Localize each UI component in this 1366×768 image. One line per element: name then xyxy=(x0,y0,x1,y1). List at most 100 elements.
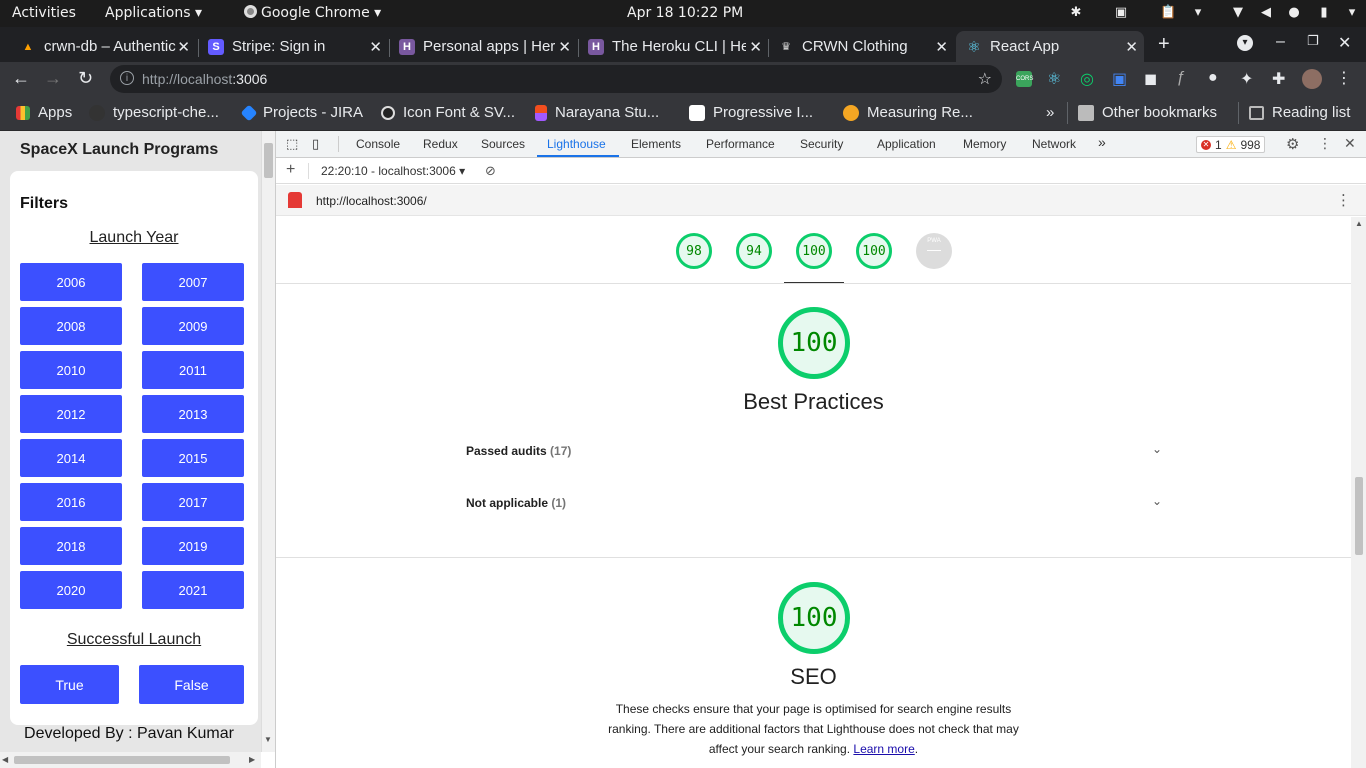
chrome-menu-icon[interactable]: ⋮ xyxy=(1336,68,1352,88)
bookmark-medium[interactable]: Progressive I... xyxy=(689,104,813,121)
score-gauge-seo[interactable]: 100 xyxy=(856,233,892,269)
year-button-2009[interactable]: 2009 xyxy=(142,307,244,345)
inspect-element-icon[interactable]: ⬚ xyxy=(286,136,298,152)
not-applicable-row[interactable]: Not applicable (1) ⌄ xyxy=(466,494,1162,510)
close-window-icon[interactable]: ✕ xyxy=(1338,33,1351,53)
year-button-2019[interactable]: 2019 xyxy=(142,527,244,565)
github-extension-icon[interactable]: ● xyxy=(1208,69,1218,87)
close-icon[interactable]: ✕ xyxy=(558,38,571,56)
year-button-2021[interactable]: 2021 xyxy=(142,571,244,609)
scrollbar-thumb[interactable] xyxy=(14,756,230,764)
close-icon[interactable]: ✕ xyxy=(369,38,382,56)
bookmark-figma[interactable]: Narayana Stu... xyxy=(535,104,659,121)
scroll-left-icon[interactable]: ◀ xyxy=(2,755,8,764)
tab-elements[interactable]: Elements xyxy=(631,137,681,151)
slack-icon[interactable]: ✱ xyxy=(1068,5,1084,21)
screencast-extension-icon[interactable]: ▣ xyxy=(1112,69,1127,89)
tab-heroku-apps[interactable]: H Personal apps | Her ✕ xyxy=(391,31,577,62)
tab-security[interactable]: Security xyxy=(800,137,843,151)
new-report-icon[interactable]: + xyxy=(286,161,295,179)
report-url[interactable]: http://localhost:3006/ xyxy=(316,194,427,208)
microphone-icon[interactable]: ● xyxy=(1286,5,1302,21)
year-button-2018[interactable]: 2018 xyxy=(20,527,122,565)
battery-icon[interactable]: ▮ xyxy=(1316,5,1332,21)
year-button-2010[interactable]: 2010 xyxy=(20,351,122,389)
more-bookmarks-chevron-icon[interactable]: » xyxy=(1046,104,1054,121)
tab-memory[interactable]: Memory xyxy=(963,137,1006,151)
tab-console[interactable]: Console xyxy=(356,137,400,151)
score-gauge-performance[interactable]: 98 xyxy=(676,233,712,269)
tab-stripe[interactable]: S Stripe: Sign in ✕ xyxy=(200,31,388,62)
year-button-2006[interactable]: 2006 xyxy=(20,263,122,301)
minimize-icon[interactable]: – xyxy=(1276,33,1285,51)
scrollbar-thumb[interactable] xyxy=(264,143,273,178)
close-icon[interactable]: ✕ xyxy=(1125,38,1138,56)
report-selector[interactable]: 22:20:10 - localhost:3006 ▾ xyxy=(321,164,465,178)
profile-avatar[interactable] xyxy=(1302,69,1322,89)
year-button-2017[interactable]: 2017 xyxy=(142,483,244,521)
lighthouse-extension-icon[interactable]: ◎ xyxy=(1080,69,1094,89)
more-tabs-chevron-icon[interactable]: » xyxy=(1098,134,1106,150)
power-menu-icon[interactable]: ▾ xyxy=(1344,5,1360,21)
cors-extension-icon[interactable]: CORS xyxy=(1016,71,1033,87)
bookmark-icon-font[interactable]: Icon Font & SV... xyxy=(381,104,515,121)
year-button-2011[interactable]: 2011 xyxy=(142,351,244,389)
year-button-2016[interactable]: 2016 xyxy=(20,483,122,521)
gnome-extension-icon[interactable]: ✦ xyxy=(1240,69,1253,89)
bookmark-star-icon[interactable]: ☆ xyxy=(978,69,992,89)
close-icon[interactable]: ✕ xyxy=(749,38,762,56)
year-button-2013[interactable]: 2013 xyxy=(142,395,244,433)
report-menu-icon[interactable]: ⋮ xyxy=(1336,191,1351,209)
device-toolbar-icon[interactable]: ▯ xyxy=(312,136,319,152)
screenshot-icon[interactable]: ▣ xyxy=(1113,5,1129,21)
close-devtools-icon[interactable]: ✕ xyxy=(1344,135,1356,152)
chevron-down-icon[interactable]: ⌄ xyxy=(1152,442,1162,456)
bookmark-measuring[interactable]: Measuring Re... xyxy=(843,104,973,121)
year-button-2020[interactable]: 2020 xyxy=(20,571,122,609)
devtools-menu-icon[interactable]: ⋮ xyxy=(1318,135,1332,152)
tab-crwn-db[interactable]: ▲ crwn-db – Authentic ✕ xyxy=(12,31,196,62)
info-icon[interactable]: i xyxy=(120,71,134,85)
settings-gear-icon[interactable]: ⚙ xyxy=(1286,135,1299,153)
score-gauge-pwa[interactable]: PWA — xyxy=(916,233,952,269)
applications-menu[interactable]: Applications ▾ xyxy=(105,5,202,21)
reading-list[interactable]: Reading list xyxy=(1249,104,1350,121)
clipboard-icon[interactable]: 📋 xyxy=(1160,5,1176,21)
scroll-right-icon[interactable]: ▶ xyxy=(249,755,255,764)
page-horizontal-scrollbar[interactable]: ◀ ▶ xyxy=(0,752,261,768)
tab-application[interactable]: Application xyxy=(877,137,936,151)
chevron-down-icon[interactable]: ⌄ xyxy=(1152,494,1162,508)
year-button-2007[interactable]: 2007 xyxy=(142,263,244,301)
tab-sources[interactable]: Sources xyxy=(481,137,525,151)
tab-heroku-cli[interactable]: H The Heroku CLI | He ✕ xyxy=(580,31,768,62)
scroll-up-icon[interactable]: ▲ xyxy=(1355,219,1363,228)
chrome-app-menu[interactable]: Google Chrome ▾ xyxy=(244,5,381,21)
tab-react-app[interactable]: ⚛ React App ✕ xyxy=(956,31,1144,62)
close-icon[interactable]: ✕ xyxy=(935,38,948,56)
clear-reports-icon[interactable]: ⊘ xyxy=(485,163,496,179)
issues-counter[interactable]: ✕ 1 ⚠ 998 xyxy=(1196,136,1266,153)
report-scrollbar[interactable]: ▲ xyxy=(1351,217,1366,768)
tab-lighthouse[interactable]: Lighthouse xyxy=(547,137,606,151)
launch-true-button[interactable]: True xyxy=(20,665,119,704)
tab-search-icon[interactable]: ▾ xyxy=(1237,35,1253,51)
extensions-puzzle-icon[interactable]: ✚ xyxy=(1272,69,1285,89)
new-tab-icon[interactable]: + xyxy=(1158,33,1170,56)
tab-network[interactable]: Network xyxy=(1032,137,1076,151)
volume-icon[interactable]: ◀ xyxy=(1258,5,1274,21)
wifi-icon[interactable]: ▼ xyxy=(1230,5,1246,21)
year-button-2008[interactable]: 2008 xyxy=(20,307,122,345)
address-bar[interactable]: i http://localhost:3006 ☆ xyxy=(110,65,1002,93)
score-gauge-accessibility[interactable]: 94 xyxy=(736,233,772,269)
learn-more-link[interactable]: Learn more xyxy=(853,742,914,756)
chevron-down-icon[interactable]: ▾ xyxy=(1190,5,1206,21)
scrollbar-thumb[interactable] xyxy=(1355,477,1363,555)
reload-icon[interactable]: ↻ xyxy=(78,68,93,89)
close-icon[interactable]: ✕ xyxy=(177,38,190,56)
tab-redux[interactable]: Redux xyxy=(423,137,458,151)
launch-false-button[interactable]: False xyxy=(139,665,244,704)
page-vertical-scrollbar[interactable]: ▼ xyxy=(261,131,275,752)
bookmark-jira[interactable]: Projects - JIRA xyxy=(240,104,363,121)
tab-crwn-clothing[interactable]: ♛ CRWN Clothing ✕ xyxy=(770,31,954,62)
maximize-icon[interactable]: ❐ xyxy=(1307,33,1319,49)
